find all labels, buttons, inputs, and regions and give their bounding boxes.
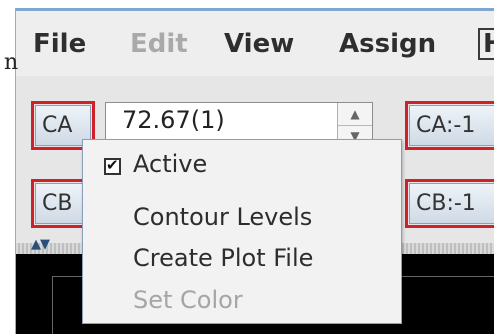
spin-up-icon[interactable]: ▲ (338, 103, 372, 126)
canvas-frame-left (52, 276, 53, 334)
menu-item-set-color: Set Color (133, 286, 243, 314)
menu-item-create-plot-file[interactable]: Create Plot File (133, 244, 313, 272)
menu-edit: Edit (130, 29, 188, 59)
menu-help[interactable]: H (478, 28, 494, 60)
background-text-fragment: n (4, 50, 19, 75)
menu-bar: File Edit View Assign H (16, 11, 494, 76)
menu-view[interactable]: View (224, 27, 294, 61)
menu-item-active[interactable]: Active (133, 150, 207, 178)
menu-item-contour-levels[interactable]: Contour Levels (133, 203, 312, 231)
menu-assign[interactable]: Assign (339, 27, 436, 61)
ca-right-button[interactable]: CA:-1 (409, 105, 494, 146)
menu-file[interactable]: File (33, 27, 86, 61)
splitter-arrows-icon[interactable]: ▲▼ (31, 237, 50, 252)
ca-value-field[interactable]: 72.67(1) (122, 106, 225, 134)
context-menu: ✔ Active Contour Levels Create Plot File… (82, 139, 402, 324)
cb-right-button[interactable]: CB:-1 (409, 183, 494, 224)
active-checkbox-icon[interactable]: ✔ (104, 156, 121, 175)
